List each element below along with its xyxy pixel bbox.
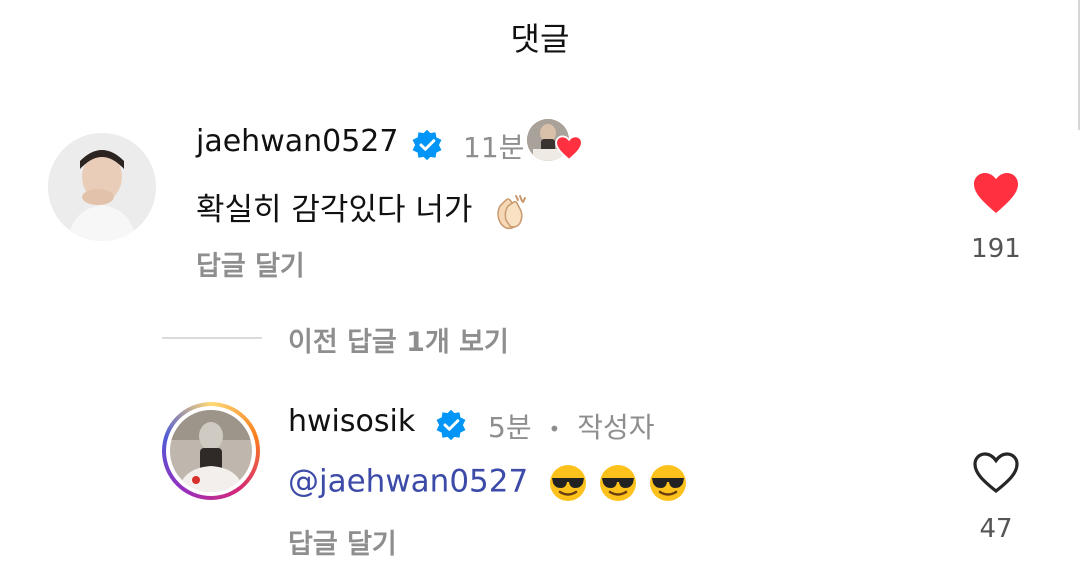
smiling-face-with-sunglasses-icon — [649, 465, 686, 501]
comment-text-content: 확실히 감각있다 너가 — [196, 192, 473, 228]
thread-divider — [162, 337, 262, 339]
like-heart-outline-icon[interactable] — [972, 451, 1020, 495]
clapping-hands-icon — [497, 194, 527, 229]
story-ring[interactable] — [162, 402, 260, 500]
smiling-face-with-sunglasses-icon — [599, 465, 636, 501]
meta-separator: • — [548, 417, 561, 441]
mention-link[interactable]: @jaehwan0527 — [288, 464, 528, 500]
verified-badge-icon — [436, 409, 466, 441]
creator-liked-indicator — [527, 119, 587, 165]
reply-username[interactable]: hwisosik — [288, 404, 415, 439]
avatar — [170, 410, 252, 492]
avatar-photo — [170, 410, 252, 492]
avatar[interactable] — [48, 133, 156, 241]
like-count: 191 — [971, 234, 1021, 264]
reply-button[interactable]: 답글 달기 — [196, 244, 305, 283]
creator-heart-icon — [555, 135, 583, 161]
comment-username[interactable]: jaehwan0527 — [196, 124, 398, 159]
view-previous-replies-button[interactable]: 이전 답글 1개 보기 — [288, 320, 509, 359]
reply-button[interactable]: 답글 달기 — [288, 522, 397, 561]
verified-badge-icon — [412, 129, 442, 161]
comment-text: 확실히 감각있다 너가 — [196, 184, 530, 232]
author-label: 작성자 — [577, 411, 655, 444]
reply-meta: 5분 • 작성자 — [488, 406, 654, 446]
smiling-face-with-sunglasses-icon — [550, 465, 587, 501]
reply-time: 5분 — [488, 411, 532, 444]
like-count: 47 — [979, 514, 1013, 544]
like-heart-icon[interactable] — [972, 171, 1020, 215]
sheet-title: 댓글 — [510, 20, 570, 58]
avatar-photo — [48, 133, 156, 241]
comment-time: 11분 — [463, 131, 525, 164]
reply-text: @jaehwan0527 — [288, 463, 688, 503]
